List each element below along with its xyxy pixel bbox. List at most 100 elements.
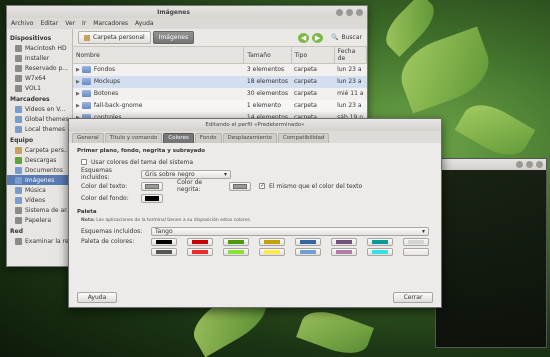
expander-icon[interactable]: ▶ — [76, 67, 80, 73]
file-row[interactable]: ▶ Mockups 18 elementos carpeta lun 23 a — [73, 75, 367, 88]
maximize-icon[interactable] — [526, 161, 533, 168]
file-date-cell: mié 11 a — [337, 90, 364, 97]
close-button[interactable]: Cerrar — [393, 292, 433, 303]
sidebar-item[interactable]: Examinar la re... — [7, 236, 72, 246]
menu-ver[interactable]: Ver — [65, 20, 75, 27]
close-icon[interactable] — [536, 161, 543, 168]
expander-icon[interactable]: ▶ — [76, 91, 80, 97]
palette-color-button[interactable] — [367, 238, 393, 246]
maximize-icon[interactable] — [346, 8, 353, 16]
tab-compatibilidad[interactable]: Compatibilidad — [277, 133, 330, 143]
file-row[interactable]: ▶ Botones 30 elementos carpeta mié 11 a — [73, 88, 367, 100]
use-system-theme-checkbox[interactable]: Usar colores del tema del sistema — [77, 157, 433, 167]
expander-icon[interactable]: ▶ — [76, 103, 80, 109]
palette-color-button[interactable] — [367, 248, 393, 256]
sidebar-item-label: Reservado p... — [25, 64, 69, 72]
breadcrumb-home[interactable]: Carpeta personal — [78, 31, 151, 44]
menu-ayuda[interactable]: Ayuda — [135, 20, 154, 27]
drive-icon — [15, 74, 22, 82]
file-row[interactable]: ▶ fall-back-gnome 1 elemento carpeta lun 23 … — [73, 99, 367, 112]
search-button[interactable]: 🔍 Buscar — [331, 34, 362, 41]
minimize-icon[interactable] — [516, 161, 523, 168]
menu-archivo[interactable]: Archivo — [11, 20, 33, 27]
sidebar-item[interactable]: Reservado p... — [7, 63, 72, 73]
palette-color-button[interactable] — [295, 248, 321, 256]
column-header-type[interactable]: Tipo — [291, 47, 335, 64]
checkbox-icon[interactable] — [81, 159, 87, 165]
file-name: Botones — [93, 90, 119, 97]
sidebar-item-label: VOL1 — [25, 84, 41, 92]
terminal-titlebar[interactable] — [436, 159, 546, 170]
color-scheme-select[interactable]: Gris sobre negro ▾ — [141, 169, 231, 179]
back-icon[interactable]: ◀ — [298, 32, 310, 43]
text-color-button[interactable] — [141, 181, 163, 191]
breadcrumb-current[interactable]: Imágenes — [152, 31, 195, 44]
sidebar-item-label: W7x64 — [25, 74, 46, 82]
column-header-name[interactable]: Nombre — [73, 47, 245, 64]
palette-color-button[interactable] — [403, 238, 429, 246]
sidebar-item[interactable]: Macintosh HD — [7, 43, 72, 53]
sidebar-item[interactable]: Carpeta pers... — [7, 145, 72, 155]
palette-color-button[interactable] — [151, 248, 177, 256]
same-as-text-checkbox[interactable] — [259, 182, 265, 189]
palette-color-button[interactable] — [223, 248, 249, 256]
palette-color-button[interactable] — [259, 248, 285, 256]
menu-marcadores[interactable]: Marcadores — [93, 20, 128, 27]
sidebar-item[interactable]: Global themes — [7, 114, 72, 124]
palette-color-button[interactable] — [259, 238, 285, 246]
palette-color-button[interactable] — [187, 238, 213, 246]
palette-swatch — [192, 240, 208, 244]
dialog-title[interactable]: Editando el perfil «Predeterminado» — [69, 119, 441, 131]
palette-swatch — [156, 250, 172, 254]
minimize-icon[interactable] — [336, 8, 343, 16]
file-row[interactable]: ▶ Fondos 3 elementos carpeta lun 23 a — [73, 64, 367, 76]
palette-color-button[interactable] — [151, 238, 177, 246]
file-name-cell: ▶ Mockups — [73, 75, 244, 88]
sidebar-item[interactable]: W7x64 — [7, 73, 72, 83]
bold-color-button[interactable] — [229, 181, 251, 191]
sidebar-item[interactable]: Sistema de ar... — [7, 205, 72, 215]
palette-color-button[interactable] — [403, 248, 429, 256]
sidebar-heading: Red — [10, 228, 23, 235]
menu-editar[interactable]: Editar — [40, 20, 58, 27]
palette-title: Paleta — [77, 209, 97, 215]
tab-t-tulo-y-comando[interactable]: Título y comando — [104, 133, 163, 143]
forward-icon[interactable]: ▶ — [312, 32, 324, 43]
terminal-window[interactable] — [435, 158, 547, 348]
palette-color-button[interactable] — [187, 248, 213, 256]
sidebar-item[interactable]: Papelera — [7, 215, 72, 225]
menu-ir[interactable]: Ir — [82, 20, 86, 27]
column-header-date[interactable]: Fecha de — [334, 47, 367, 64]
sidebar-item[interactable]: Documentos — [7, 165, 72, 175]
palette-color-button[interactable] — [223, 238, 249, 246]
sidebar-item[interactable]: Imágenes — [7, 175, 72, 185]
sidebar-item[interactable]: Descargas — [7, 155, 72, 165]
close-icon[interactable] — [356, 8, 363, 16]
bg-color-button[interactable] — [141, 193, 163, 203]
palette-scheme-value: Tango — [155, 227, 173, 235]
expander-icon[interactable]: ▶ — [76, 79, 80, 85]
column-header-size[interactable]: Tamaño — [243, 47, 292, 64]
file-name: Fondos — [93, 66, 116, 74]
palette-color-button[interactable] — [295, 238, 321, 246]
palette-color-button[interactable] — [331, 248, 357, 256]
palette-color-button[interactable] — [331, 238, 357, 246]
palette-scheme-select[interactable]: Tango ▾ — [151, 226, 429, 236]
sidebar-heading: Equipo — [10, 137, 34, 144]
tab-fondo[interactable]: Fondo — [194, 133, 222, 143]
file-date-cell: lun 23 a — [334, 99, 367, 112]
tab-general[interactable]: General — [72, 133, 104, 143]
sidebar-item[interactable]: VOL1 — [7, 83, 72, 93]
sidebar-item[interactable]: Local themes — [7, 124, 72, 134]
file-manager-titlebar[interactable]: Imágenes — [7, 6, 367, 18]
home-icon — [84, 34, 90, 41]
help-button[interactable]: Ayuda — [77, 292, 117, 303]
sidebar-item[interactable]: Vídeos — [7, 195, 72, 205]
tab-colores[interactable]: Colores — [163, 133, 194, 143]
sidebar-item[interactable]: Installer — [7, 53, 72, 63]
videos-icon — [15, 196, 22, 204]
sidebar-item[interactable]: Música — [7, 185, 72, 195]
bold-color-label: Color de negrita: — [177, 179, 203, 193]
sidebar-item[interactable]: Videos en V... — [7, 104, 72, 114]
tab-desplazamiento[interactable]: Desplazamiento — [222, 133, 277, 143]
